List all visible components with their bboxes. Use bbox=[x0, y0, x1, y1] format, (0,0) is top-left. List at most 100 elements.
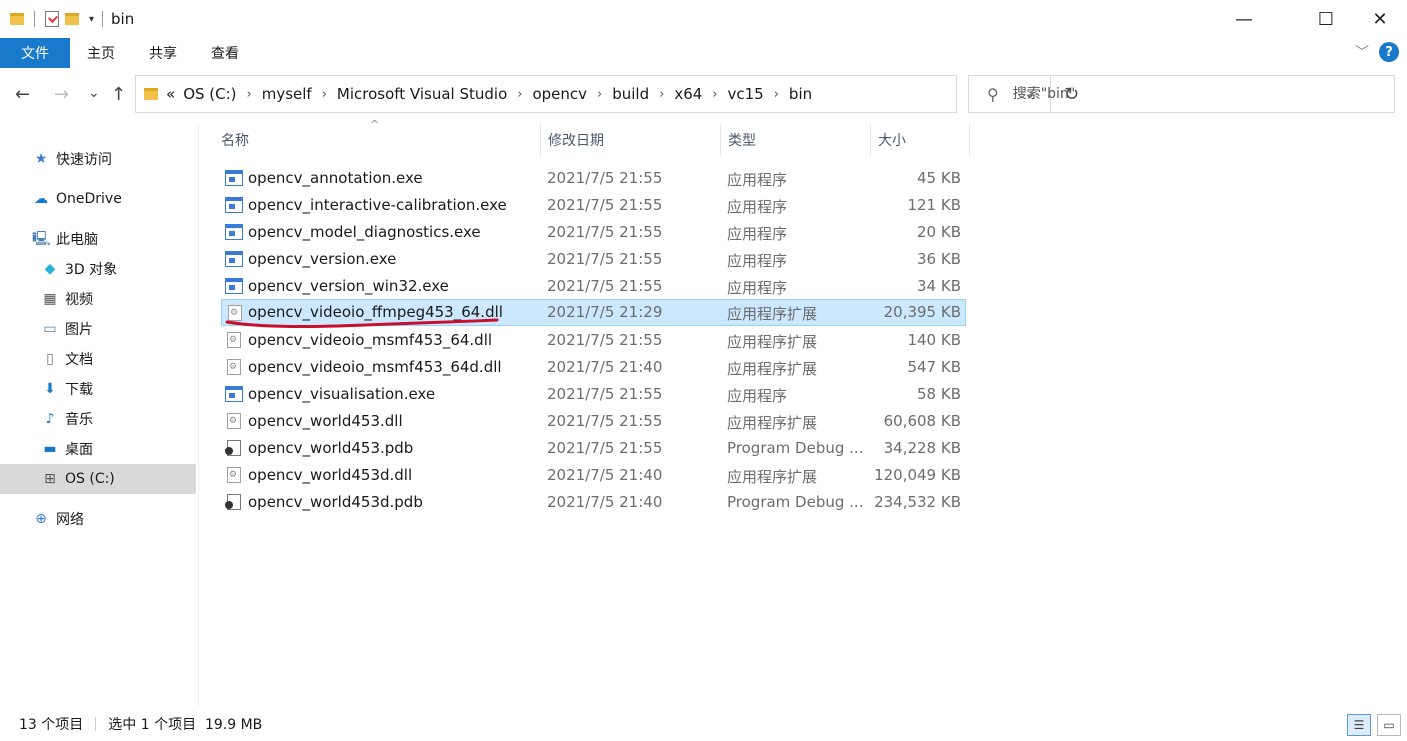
properties-icon[interactable] bbox=[45, 11, 59, 27]
file-date: 2021/7/5 21:55 bbox=[547, 412, 663, 430]
file-row[interactable]: opencv_visualisation.exe 2021/7/5 21:55 … bbox=[221, 381, 966, 408]
file-date: 2021/7/5 21:40 bbox=[547, 358, 663, 376]
picture-icon: ▭ bbox=[43, 321, 57, 337]
column-header-date[interactable]: 修改日期 bbox=[548, 124, 718, 156]
up-button[interactable]: ↑ bbox=[111, 84, 126, 105]
ribbon-tabs: 文件 主页 共享 查看 ﹀ ? bbox=[0, 38, 1407, 68]
ribbon-controls: ﹀ ? bbox=[1355, 42, 1399, 62]
chevron-right-icon[interactable]: › bbox=[322, 87, 327, 102]
details-view-button[interactable]: ☰ bbox=[1347, 714, 1371, 736]
file-date: 2021/7/5 21:40 bbox=[547, 466, 663, 484]
close-button[interactable]: ✕ bbox=[1353, 0, 1407, 38]
video-icon: ▦ bbox=[43, 291, 57, 307]
breadcrumb-bin[interactable]: bin bbox=[789, 85, 812, 103]
file-size: 20,395 KB bbox=[883, 303, 961, 321]
file-row[interactable]: opencv_interactive-calibration.exe 2021/… bbox=[221, 192, 966, 219]
recent-locations-button[interactable]: ⌄ bbox=[88, 85, 100, 101]
breadcrumb-myself[interactable]: myself bbox=[262, 85, 312, 103]
tab-file[interactable]: 文件 bbox=[0, 38, 70, 68]
customize-toolbar-dropdown-icon[interactable]: ▾ bbox=[89, 14, 94, 25]
file-date: 2021/7/5 21:40 bbox=[547, 493, 663, 511]
column-divider[interactable] bbox=[540, 124, 541, 156]
sidebar-item-label: 下载 bbox=[65, 382, 93, 398]
chevron-right-icon[interactable]: › bbox=[597, 87, 602, 102]
file-row[interactable]: opencv_annotation.exe 2021/7/5 21:55 应用程… bbox=[221, 165, 966, 192]
chevron-right-icon[interactable]: › bbox=[247, 87, 252, 102]
sidebar-item-label: 3D 对象 bbox=[65, 262, 118, 278]
breadcrumb-os-c[interactable]: OS (C:) bbox=[183, 85, 236, 103]
search-input[interactable] bbox=[1012, 86, 1373, 102]
file-name: opencv_world453.pdb bbox=[248, 439, 414, 457]
forward-button[interactable]: → bbox=[54, 84, 69, 105]
column-header-size[interactable]: 大小 bbox=[878, 124, 968, 156]
file-size: 60,608 KB bbox=[883, 412, 961, 430]
star-icon: ★ bbox=[34, 151, 48, 167]
sidebar-item-network[interactable]: ⊕ 网络 bbox=[0, 504, 196, 534]
file-row[interactable]: opencv_world453.dll 2021/7/5 21:55 应用程序扩… bbox=[221, 408, 966, 435]
tab-home[interactable]: 主页 bbox=[70, 38, 132, 68]
file-name: opencv_world453d.dll bbox=[248, 466, 413, 484]
dll-file-icon bbox=[227, 413, 241, 429]
sidebar-item-3d-objects[interactable]: ◆ 3D 对象 bbox=[0, 254, 196, 284]
file-row[interactable]: opencv_videoio_msmf453_64.dll 2021/7/5 2… bbox=[221, 327, 966, 354]
breadcrumb-vc15[interactable]: vc15 bbox=[728, 85, 764, 103]
sidebar-item-downloads[interactable]: ⬇ 下载 bbox=[0, 374, 196, 404]
breadcrumb-opencv[interactable]: opencv bbox=[532, 85, 587, 103]
breadcrumb-overflow[interactable]: « bbox=[166, 85, 175, 103]
dll-file-icon bbox=[227, 359, 241, 375]
breadcrumb-build[interactable]: build bbox=[612, 85, 649, 103]
sidebar-item-music[interactable]: ♪ 音乐 bbox=[0, 404, 196, 434]
sidebar-item-videos[interactable]: ▦ 视频 bbox=[0, 284, 196, 314]
breadcrumb-x64[interactable]: x64 bbox=[674, 85, 702, 103]
expand-ribbon-icon[interactable]: ﹀ bbox=[1355, 42, 1369, 62]
file-size: 34,228 KB bbox=[883, 439, 961, 457]
chevron-right-icon[interactable]: › bbox=[774, 87, 779, 102]
file-name: opencv_videoio_ffmpeg453_64.dll bbox=[248, 303, 503, 321]
chevron-right-icon[interactable]: › bbox=[659, 87, 664, 102]
sidebar-item-os-c[interactable]: ⊞ OS (C:) bbox=[0, 464, 196, 494]
sidebar-item-desktop[interactable]: ▬ 桌面 bbox=[0, 434, 196, 464]
new-folder-icon[interactable] bbox=[65, 13, 79, 25]
navigation-bar: ← → ⌄ ↑ « OS (C:) › myself › Microsoft V… bbox=[0, 68, 1407, 124]
file-row[interactable]: opencv_world453d.pdb 2021/7/5 21:40 Prog… bbox=[221, 489, 966, 516]
dll-file-icon bbox=[228, 305, 242, 321]
dll-file-icon bbox=[227, 332, 241, 348]
minimize-button[interactable]: — bbox=[1217, 0, 1271, 38]
tab-share[interactable]: 共享 bbox=[132, 38, 194, 68]
file-date: 2021/7/5 21:55 bbox=[547, 331, 663, 349]
file-name: opencv_videoio_msmf453_64.dll bbox=[248, 331, 493, 349]
sidebar-item-documents[interactable]: ▯ 文档 bbox=[0, 344, 196, 374]
help-icon[interactable]: ? bbox=[1379, 42, 1399, 62]
chevron-right-icon[interactable]: › bbox=[517, 87, 522, 102]
file-date: 2021/7/5 21:55 bbox=[547, 250, 663, 268]
search-box[interactable]: ⚲ bbox=[968, 75, 1395, 113]
file-type: Program Debug ... bbox=[727, 439, 864, 457]
address-bar[interactable]: « OS (C:) › myself › Microsoft Visual St… bbox=[135, 75, 1079, 113]
tab-view[interactable]: 查看 bbox=[194, 38, 256, 68]
file-name: opencv_version_win32.exe bbox=[248, 277, 449, 295]
file-row[interactable]: opencv_world453.pdb 2021/7/5 21:55 Progr… bbox=[221, 435, 966, 462]
column-header-type[interactable]: 类型 bbox=[728, 124, 868, 156]
column-divider[interactable] bbox=[720, 124, 721, 156]
selection-info: 选中 1 个项目 19.9 MB bbox=[108, 716, 263, 733]
file-row[interactable]: opencv_model_diagnostics.exe 2021/7/5 21… bbox=[221, 219, 966, 246]
breadcrumb-visual-studio[interactable]: Microsoft Visual Studio bbox=[337, 85, 507, 103]
file-row[interactable]: opencv_videoio_msmf453_64d.dll 2021/7/5 … bbox=[221, 354, 966, 381]
sidebar-item-onedrive[interactable]: ☁ OneDrive bbox=[0, 184, 196, 214]
back-button[interactable]: ← bbox=[15, 84, 30, 105]
sidebar-item-quick-access[interactable]: ★ 快速访问 bbox=[0, 144, 196, 174]
file-row-selected[interactable]: opencv_videoio_ffmpeg453_64.dll 2021/7/5… bbox=[221, 299, 966, 326]
large-icons-view-button[interactable]: ▭ bbox=[1377, 714, 1401, 736]
status-bar: 13 个项目 选中 1 个项目 19.9 MB ☰ ▭ bbox=[0, 706, 1407, 741]
column-divider[interactable] bbox=[870, 124, 871, 156]
file-row[interactable]: opencv_version.exe 2021/7/5 21:55 应用程序 3… bbox=[221, 246, 966, 273]
file-row[interactable]: opencv_version_win32.exe 2021/7/5 21:55 … bbox=[221, 273, 966, 300]
maximize-button[interactable]: ☐ bbox=[1299, 0, 1353, 38]
column-divider[interactable] bbox=[969, 124, 970, 156]
sidebar-item-label: 此电脑 bbox=[56, 232, 98, 248]
column-header-name[interactable]: 名称 bbox=[221, 124, 539, 156]
file-row[interactable]: opencv_world453d.dll 2021/7/5 21:40 应用程序… bbox=[221, 462, 966, 489]
sidebar-item-pictures[interactable]: ▭ 图片 bbox=[0, 314, 196, 344]
chevron-right-icon[interactable]: › bbox=[712, 87, 717, 102]
sidebar-item-this-pc[interactable]: 🖳 此电脑 bbox=[0, 224, 196, 254]
